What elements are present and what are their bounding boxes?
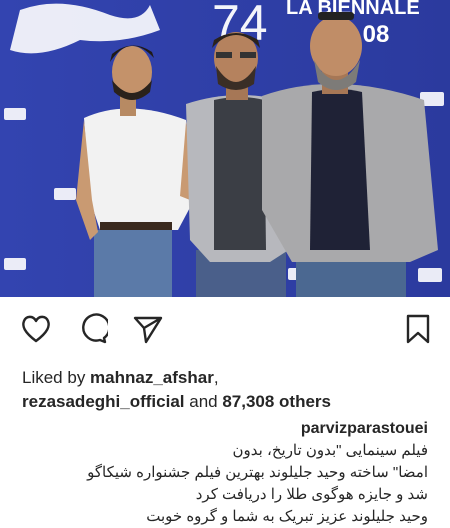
caption-line-3: شد و جایزه هوگوی طلا را دریافت کرد xyxy=(195,486,428,503)
post-actions-bar xyxy=(0,297,450,357)
likes-count[interactable]: 87,308 others xyxy=(222,392,331,411)
caption-line-4: وحید جلیلوند عزیز تبریک به شما و گروه خو… xyxy=(146,508,428,525)
save-button[interactable] xyxy=(402,313,434,345)
caption-line-2: امضا" ساخته وحید جلیلوند بهترین فیلم جشن… xyxy=(87,464,428,481)
liker-username-1[interactable]: mahnaz_afshar xyxy=(90,368,214,387)
post-image: 74 LA BIENNALE .08 xyxy=(0,0,450,297)
liker-username-2[interactable]: rezasadeghi_official xyxy=(22,392,185,411)
caption-username[interactable]: parvizparastouei xyxy=(301,420,428,437)
like-button[interactable] xyxy=(20,313,52,345)
share-button[interactable] xyxy=(132,313,164,345)
likes-and: and xyxy=(184,392,223,411)
heart-icon xyxy=(20,313,52,345)
send-icon xyxy=(132,313,164,345)
post-photo[interactable]: 74 LA BIENNALE .08 xyxy=(0,0,450,297)
post-caption: parvizparastouei فیلم سینمایی "بدون تاری… xyxy=(18,418,428,528)
comment-icon xyxy=(76,313,108,345)
likes-summary: Liked by mahnaz_afshar, rezasadeghi_offi… xyxy=(22,366,432,414)
bookmark-icon xyxy=(402,313,434,345)
likes-prefix: Liked by xyxy=(22,368,91,387)
comment-button[interactable] xyxy=(76,313,108,345)
caption-line-1: فیلم سینمایی "بدون تاریخ، بدون xyxy=(232,442,428,459)
likes-comma: , xyxy=(213,368,219,387)
